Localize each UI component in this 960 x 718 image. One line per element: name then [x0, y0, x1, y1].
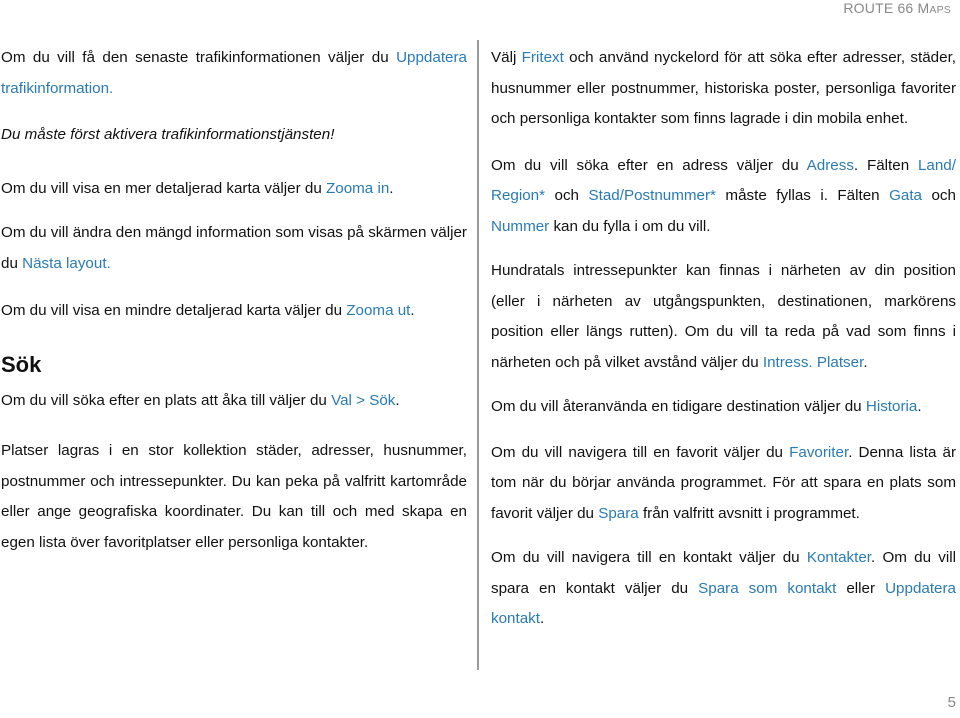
paragraph-address: Om du vill söka efter en adress väljer d… — [491, 151, 956, 243]
link-historia[interactable]: Historia — [866, 398, 917, 415]
header-title-smallcaps: APS — [929, 4, 951, 16]
paragraph-zoom-out: Om du vill visa en mindre detaljerad kar… — [1, 296, 467, 327]
text: Om du vill söka efter en plats att åka t… — [1, 391, 332, 409]
paragraph-fritext: Välj Fritext och använd nyckelord för at… — [491, 43, 956, 135]
link-spara[interactable]: Spara — [598, 505, 639, 522]
text: . — [395, 391, 400, 409]
link-gata[interactable]: Gata — [889, 187, 922, 204]
text: . — [539, 610, 545, 627]
text: . — [917, 398, 922, 415]
section-heading-sok: Sök — [1, 351, 42, 377]
link-fritext[interactable]: Fritext — [522, 49, 564, 66]
text: Välj — [491, 49, 522, 66]
paragraph-history: Om du vill återanvända en tidigare desti… — [491, 392, 956, 423]
paragraph-traffic-note: Du måste först aktivera trafikinformatio… — [1, 126, 335, 143]
paragraph-zoom-in: Om du vill visa en mer detaljerad karta … — [1, 174, 467, 205]
link-adress[interactable]: Adress — [807, 157, 854, 174]
text: Om du vill navigera till en favorit välj… — [491, 443, 790, 461]
link-nummer[interactable]: Nummer — [491, 218, 549, 235]
text: Om du vill få den senaste trafikinformat… — [1, 49, 397, 66]
link-kontakter[interactable]: Kontakter — [807, 549, 871, 566]
link-zooma-in[interactable]: Zooma in — [326, 180, 389, 197]
text: och — [922, 187, 956, 204]
text: Om du vill visa en mindre detaljerad kar… — [1, 302, 347, 319]
text: . — [389, 179, 394, 197]
text: eller — [836, 579, 886, 597]
paragraph-favorites: Om du vill navigera till en favorit välj… — [491, 438, 956, 530]
link-favoriter[interactable]: Favoriter — [789, 444, 848, 461]
left-column: Om du vill få den senaste trafikinformat… — [1, 40, 467, 558]
text: Om du vill återanvända en tidigare desti… — [491, 398, 866, 415]
text: Om du vill navigera till en kontakt välj… — [491, 549, 807, 566]
text: . — [863, 353, 868, 371]
paragraph-contacts: Om du vill navigera till en kontakt välj… — [491, 543, 956, 635]
document-header: ROUTE 66 MAPS — [843, 0, 951, 16]
text: och — [545, 187, 589, 204]
text: måste fyllas i. Fälten — [715, 187, 890, 204]
paragraph-places: Platser lagras i en stor kollektion städ… — [1, 442, 467, 551]
paragraph-search: Om du vill söka efter en plats att åka t… — [1, 386, 467, 417]
paragraph-next-layout: Om du vill ändra den mängd information s… — [1, 218, 467, 279]
column-divider — [477, 40, 479, 670]
right-column: Välj Fritext och använd nyckelord för at… — [491, 40, 956, 635]
text: . Fälten — [853, 156, 918, 174]
link-spara-som-kontakt[interactable]: Spara som kontakt — [698, 580, 836, 597]
link-stad-postnummer[interactable]: Stad/Postnummer* — [588, 187, 715, 204]
text: . — [410, 302, 415, 319]
link-zooma-ut[interactable]: Zooma ut — [346, 302, 410, 319]
text: Om du vill söka efter en adress väljer d… — [491, 156, 807, 174]
text: Om du vill visa en mer detaljerad karta … — [1, 179, 326, 197]
page-number: 5 — [947, 694, 956, 711]
link-val-sok[interactable]: Val > Sök — [331, 392, 395, 409]
paragraph-traffic-update: Om du vill få den senaste trafikinformat… — [1, 43, 467, 104]
text: Hundratals intressepunkter kan finnas i … — [491, 262, 956, 371]
header-title: ROUTE 66 M — [843, 0, 930, 16]
link-nasta-layout[interactable]: Nästa layout. — [22, 255, 111, 272]
link-intress-platser[interactable]: Intress. Platser — [763, 354, 863, 371]
text: från valfritt avsnitt i programmet. — [638, 504, 860, 522]
text: kan du fylla i om du vill. — [549, 217, 711, 235]
paragraph-points-of-interest: Hundratals intressepunkter kan finnas i … — [491, 256, 956, 378]
